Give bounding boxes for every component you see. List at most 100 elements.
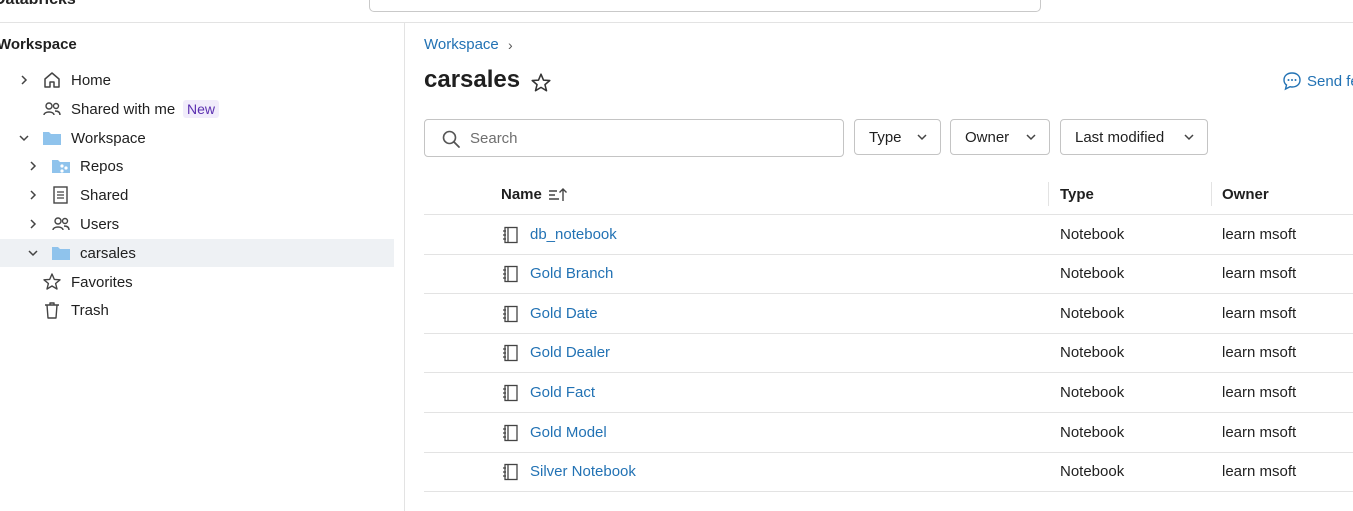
sidebar-item-home[interactable]: Home bbox=[0, 66, 394, 94]
owner-cell: learn msoft bbox=[1222, 424, 1297, 441]
owner-cell: learn msoft bbox=[1222, 344, 1297, 361]
notebook-icon bbox=[503, 226, 518, 244]
table-header: Name Type Owner bbox=[424, 174, 1353, 215]
table-row[interactable]: db_notebook Notebook learn msoft bbox=[424, 215, 1353, 255]
sidebar-item-label: Favorites bbox=[71, 273, 133, 291]
sidebar-item-label: Users bbox=[80, 215, 120, 233]
notebook-icon bbox=[503, 424, 518, 442]
notebook-name-link[interactable]: Silver Notebook bbox=[530, 463, 636, 480]
type-filter-dropdown[interactable]: Type bbox=[854, 119, 941, 155]
type-filter-label: Type bbox=[869, 128, 902, 146]
notebook-icon bbox=[503, 463, 518, 481]
chevron-down-icon bbox=[917, 134, 927, 141]
sidebar-item-label: Shared with me bbox=[71, 100, 176, 118]
table-row[interactable]: Gold Date Notebook learn msoft bbox=[424, 294, 1353, 334]
sidebar-item-label: Workspace bbox=[71, 129, 146, 147]
owner-cell: learn msoft bbox=[1222, 226, 1297, 243]
type-cell: Notebook bbox=[1060, 305, 1125, 322]
folder-icon bbox=[51, 243, 71, 263]
chat-icon bbox=[1283, 72, 1301, 91]
owner-cell: learn msoft bbox=[1222, 265, 1297, 282]
owner-column-header[interactable]: Owner bbox=[1222, 186, 1269, 203]
sidebar-item-users[interactable]: Users bbox=[0, 210, 394, 238]
owner-cell: learn msoft bbox=[1222, 384, 1297, 401]
users-icon bbox=[51, 214, 71, 234]
column-divider[interactable] bbox=[1211, 182, 1212, 206]
sidebar-item-favorites[interactable]: Favorites bbox=[0, 268, 394, 296]
last-modified-filter-label: Last modified bbox=[1075, 128, 1165, 146]
search-field[interactable] bbox=[424, 119, 844, 157]
chevron-right-icon[interactable] bbox=[18, 74, 30, 86]
notebook-icon bbox=[503, 344, 518, 362]
type-column-header[interactable]: Type bbox=[1060, 186, 1094, 203]
sidebar-title: Workspace bbox=[0, 36, 77, 53]
type-cell: Notebook bbox=[1060, 344, 1125, 361]
notebook-name-link[interactable]: Gold Branch bbox=[530, 265, 613, 282]
chevron-right-icon[interactable] bbox=[27, 218, 39, 230]
notebook-icon bbox=[503, 265, 518, 283]
sidebar-item-label: carsales bbox=[80, 244, 136, 262]
shared-doc-icon bbox=[51, 185, 71, 205]
owner-filter-dropdown[interactable]: Owner bbox=[950, 119, 1050, 155]
top-bar: Databricks bbox=[0, 0, 1353, 23]
main-content: Workspace › carsales Send fe Type Owner … bbox=[405, 23, 1353, 511]
type-cell: Notebook bbox=[1060, 384, 1125, 401]
send-feedback-label: Send fe bbox=[1307, 72, 1353, 90]
search-icon bbox=[442, 130, 460, 148]
trash-icon bbox=[42, 300, 62, 320]
table-row[interactable]: Gold Branch Notebook learn msoft bbox=[424, 254, 1353, 294]
new-badge: New bbox=[183, 100, 220, 118]
breadcrumb-workspace[interactable]: Workspace bbox=[424, 36, 499, 53]
owner-cell: learn msoft bbox=[1222, 463, 1297, 480]
table-row[interactable]: Gold Model Notebook learn msoft bbox=[424, 413, 1353, 453]
people-icon bbox=[42, 99, 62, 119]
favorite-star-button[interactable] bbox=[530, 72, 552, 94]
chevron-right-icon[interactable] bbox=[27, 160, 39, 172]
table-row[interactable]: Silver Notebook Notebook learn msoft bbox=[424, 452, 1353, 492]
table-row[interactable]: Gold Dealer Notebook learn msoft bbox=[424, 333, 1353, 373]
sidebar-item-repos[interactable]: Repos bbox=[0, 152, 394, 180]
repo-folder-icon bbox=[51, 156, 71, 176]
sidebar-item-shared[interactable]: Shared bbox=[0, 181, 394, 209]
page-title: carsales bbox=[424, 66, 521, 93]
notebook-name-link[interactable]: Gold Model bbox=[530, 424, 607, 441]
search-input[interactable] bbox=[468, 127, 832, 149]
chevron-down-icon bbox=[1026, 134, 1036, 141]
chevron-right-icon[interactable] bbox=[27, 189, 39, 201]
sidebar-item-label: Shared bbox=[80, 186, 129, 204]
name-column-header[interactable]: Name bbox=[501, 186, 542, 203]
folder-icon bbox=[42, 128, 62, 148]
star-icon bbox=[531, 73, 551, 92]
notebook-name-link[interactable]: Gold Fact bbox=[530, 384, 595, 401]
type-cell: Notebook bbox=[1060, 226, 1125, 243]
table-row[interactable]: Gold Fact Notebook learn msoft bbox=[424, 373, 1353, 413]
sidebar-item-shared-with-me[interactable]: Shared with me New bbox=[0, 95, 394, 123]
sidebar-item-label: Repos bbox=[80, 157, 124, 175]
type-cell: Notebook bbox=[1060, 424, 1125, 441]
type-cell: Notebook bbox=[1060, 463, 1125, 480]
notebook-icon bbox=[503, 384, 518, 402]
sidebar-item-label: Home bbox=[71, 71, 112, 89]
sidebar-item-label: Trash bbox=[71, 301, 109, 319]
sidebar-item-workspace[interactable]: Workspace bbox=[0, 124, 394, 152]
global-search-input[interactable] bbox=[369, 0, 1041, 12]
chevron-down-icon bbox=[1184, 134, 1194, 141]
notebook-name-link[interactable]: db_notebook bbox=[530, 226, 617, 243]
workspace-sidebar: Workspace Home Shared with me New Worksp… bbox=[0, 23, 405, 511]
send-feedback-button[interactable]: Send fe bbox=[1282, 71, 1353, 91]
column-divider[interactable] bbox=[1048, 182, 1049, 206]
chevron-down-icon[interactable] bbox=[18, 132, 30, 144]
notebook-icon bbox=[503, 305, 518, 323]
owner-filter-label: Owner bbox=[965, 128, 1010, 146]
app-title[interactable]: Databricks bbox=[0, 0, 76, 9]
sort-ascending-icon[interactable] bbox=[548, 187, 568, 203]
chevron-down-icon[interactable] bbox=[27, 247, 39, 259]
notebook-name-link[interactable]: Gold Date bbox=[530, 305, 598, 322]
sidebar-item-carsales[interactable]: carsales bbox=[0, 239, 394, 267]
last-modified-filter-dropdown[interactable]: Last modified bbox=[1060, 119, 1208, 155]
sidebar-item-trash[interactable]: Trash bbox=[0, 296, 394, 324]
notebook-name-link[interactable]: Gold Dealer bbox=[530, 344, 610, 361]
star-icon bbox=[42, 272, 62, 292]
breadcrumb-separator: › bbox=[508, 37, 513, 53]
type-cell: Notebook bbox=[1060, 265, 1125, 282]
